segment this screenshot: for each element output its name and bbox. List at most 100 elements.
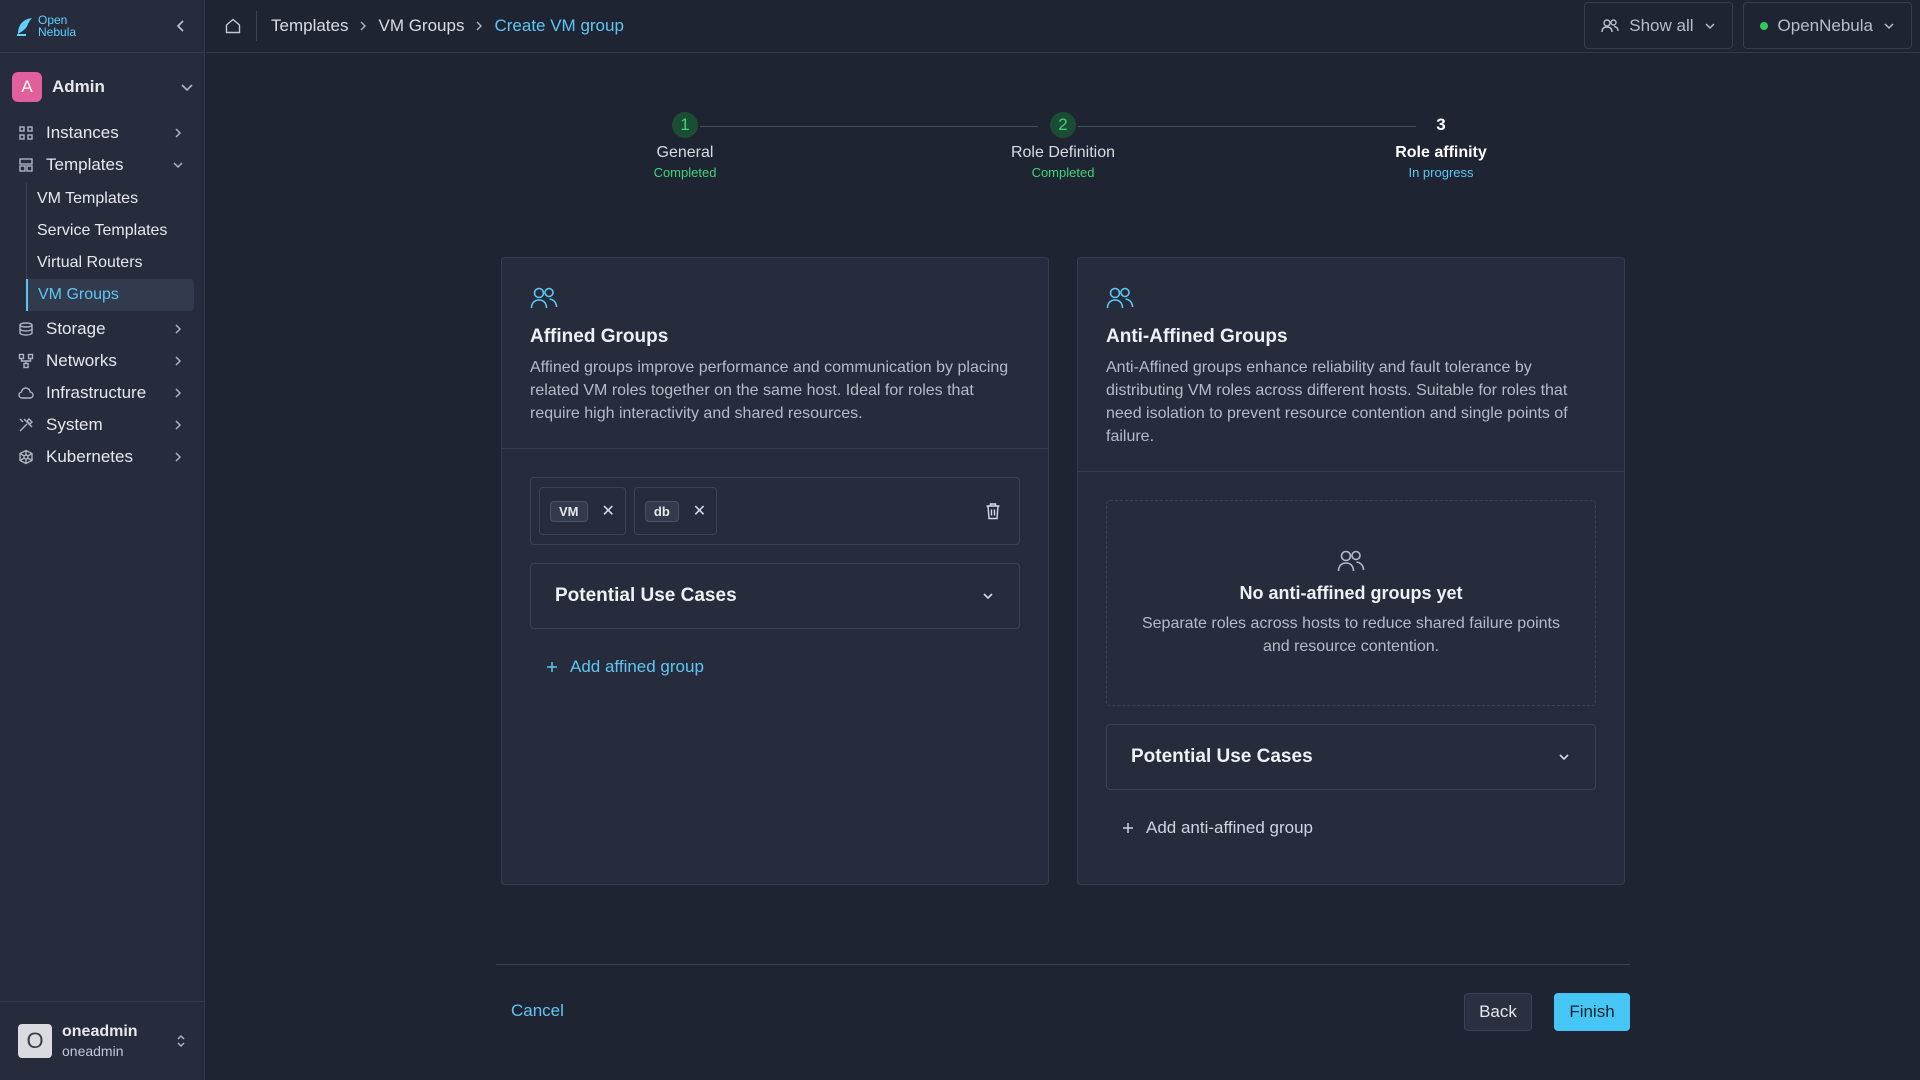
step-role-affinity[interactable]: 3 Role affinity In progress	[1341, 112, 1541, 180]
sidebar-item-networks[interactable]: Networks	[0, 345, 204, 377]
top-actions: Show all OpenNebula	[1584, 2, 1912, 49]
affined-group-row: VM ✕ db ✕	[530, 477, 1020, 545]
breadcrumb-current: Create VM group	[494, 16, 624, 35]
system-icon	[18, 417, 34, 433]
sidebar-item-service-templates[interactable]: Service Templates	[27, 215, 194, 247]
affined-groups-card: Affined Groups Affined groups improve pe…	[501, 257, 1049, 885]
sidebar-item-label: System	[46, 415, 103, 434]
step-number: 3	[1436, 115, 1446, 134]
step-status: Completed	[1031, 165, 1095, 180]
opennebula-logo[interactable]: Open Nebula	[16, 14, 76, 38]
step-number: 2	[1050, 112, 1076, 138]
role-chip-label: db	[644, 500, 679, 522]
sidebar-item-infrastructure[interactable]: Infrastructure	[0, 377, 204, 409]
breadcrumb: Templates VM Groups Create VM group	[271, 16, 624, 36]
chevron-down-icon	[180, 80, 194, 94]
user-menu[interactable]: O oneadmin oneadmin	[0, 1001, 205, 1080]
chevron-down-icon	[1557, 750, 1571, 764]
logo-line2: Nebula	[38, 25, 77, 39]
kubernetes-icon	[18, 449, 34, 465]
sidebar-item-label: Networks	[46, 351, 117, 370]
home-icon[interactable]	[224, 11, 257, 41]
chevron-right-icon	[172, 323, 184, 335]
zone-status-dot	[1759, 21, 1768, 30]
user-subtitle: oneadmin	[62, 1043, 124, 1059]
role-chip: db ✕	[633, 487, 718, 535]
templates-submenu: VM Templates Service Templates Virtual R…	[26, 183, 194, 311]
delete-group-icon[interactable]	[985, 502, 1011, 520]
step-number: 1	[672, 112, 698, 138]
step-status: Completed	[653, 165, 717, 180]
top-bar: Templates VM Groups Create VM group Show…	[206, 0, 1920, 53]
empty-state-title: No anti-affined groups yet	[1239, 582, 1463, 603]
anti-affined-groups-description: Anti-Affined groups enhance reliability …	[1106, 359, 1568, 445]
zone-label: OpenNebula	[1777, 15, 1873, 35]
finish-button[interactable]: Finish	[1554, 993, 1630, 1031]
accordion-label: Potential Use Cases	[555, 585, 737, 606]
affined-use-cases-accordion[interactable]: Potential Use Cases	[530, 563, 1020, 629]
add-anti-affined-group-button[interactable]: Add anti-affined group	[1106, 818, 1596, 838]
storage-icon	[18, 321, 34, 337]
cancel-button[interactable]: Cancel	[511, 1001, 564, 1021]
anti-affined-groups-title: Anti-Affined Groups	[1106, 326, 1288, 347]
role-chip-label: VM	[550, 500, 588, 522]
chevron-up-down-icon	[175, 1033, 187, 1049]
step-title: General	[656, 144, 714, 161]
logo-row: Open Nebula	[0, 0, 204, 53]
chevron-down-icon	[981, 589, 995, 603]
chevron-down-icon	[1883, 20, 1895, 32]
anti-affined-groups-card: Anti-Affined Groups Anti-Affined groups …	[1077, 257, 1625, 885]
show-all-dropdown[interactable]: Show all	[1584, 2, 1733, 49]
account-switcher[interactable]: A Admin	[12, 63, 194, 111]
back-button[interactable]: Back	[1464, 993, 1532, 1031]
users-icon	[1337, 549, 1365, 573]
step-status: In progress	[1408, 165, 1474, 180]
zone-dropdown[interactable]: OpenNebula	[1742, 2, 1912, 49]
users-icon	[1106, 286, 1596, 310]
user-avatar: O	[18, 1024, 52, 1058]
role-chip: VM ✕	[539, 487, 626, 535]
users-icon	[530, 286, 1020, 310]
breadcrumb-vm-groups[interactable]: VM Groups	[378, 16, 464, 36]
sidebar-item-vm-groups[interactable]: VM Groups	[26, 279, 194, 311]
anti-affined-use-cases-accordion[interactable]: Potential Use Cases	[1106, 724, 1596, 790]
collapse-sidebar-icon[interactable]	[174, 19, 188, 33]
remove-role-icon[interactable]: ✕	[602, 501, 615, 521]
wizard-stepper: 1 General Completed 2 Role Definition Co…	[0, 112, 1920, 192]
sidebar-item-virtual-routers[interactable]: Virtual Routers	[27, 247, 194, 279]
chevron-right-icon	[172, 419, 184, 431]
plus-icon	[1122, 822, 1134, 834]
account-avatar: A	[12, 72, 42, 102]
chevron-right-icon	[474, 20, 484, 32]
chevron-right-icon	[172, 387, 184, 399]
step-title: Role affinity	[1395, 144, 1487, 161]
add-anti-affined-group-label: Add anti-affined group	[1146, 818, 1313, 837]
add-affined-group-button[interactable]: Add affined group	[530, 657, 1020, 677]
sidebar-item-label: Infrastructure	[46, 383, 147, 402]
step-title: Role Definition	[1010, 144, 1116, 161]
breadcrumb-templates[interactable]: Templates	[271, 16, 348, 36]
plus-icon	[546, 661, 558, 673]
empty-state-description: Separate roles across hosts to reduce sh…	[1141, 614, 1560, 655]
show-all-label: Show all	[1629, 15, 1694, 35]
add-affined-group-label: Add affined group	[570, 657, 704, 676]
sidebar-item-system[interactable]: System	[0, 409, 204, 441]
cloud-icon	[18, 385, 34, 401]
remove-role-icon[interactable]: ✕	[693, 501, 706, 521]
sidebar-item-label: Kubernetes	[46, 447, 133, 466]
networks-icon	[18, 353, 34, 369]
step-general[interactable]: 1 General Completed	[585, 112, 785, 180]
anti-affined-empty-state: No anti-affined groups yet Separate role…	[1106, 500, 1596, 706]
affined-groups-title: Affined Groups	[530, 326, 669, 347]
chevron-right-icon	[172, 355, 184, 367]
sidebar-item-kubernetes[interactable]: Kubernetes	[0, 441, 204, 473]
affined-groups-description: Affined groups improve performance and c…	[530, 359, 1009, 422]
user-name: oneadmin	[62, 1023, 138, 1040]
step-role-definition[interactable]: 2 Role Definition Completed	[963, 112, 1163, 180]
account-label: Admin	[52, 77, 105, 96]
footer-divider	[496, 964, 1630, 965]
sidebar-item-label: Storage	[46, 319, 106, 338]
opennebula-logo-icon	[17, 18, 32, 36]
sidebar-item-storage[interactable]: Storage	[0, 313, 204, 345]
chevron-right-icon	[358, 20, 368, 32]
